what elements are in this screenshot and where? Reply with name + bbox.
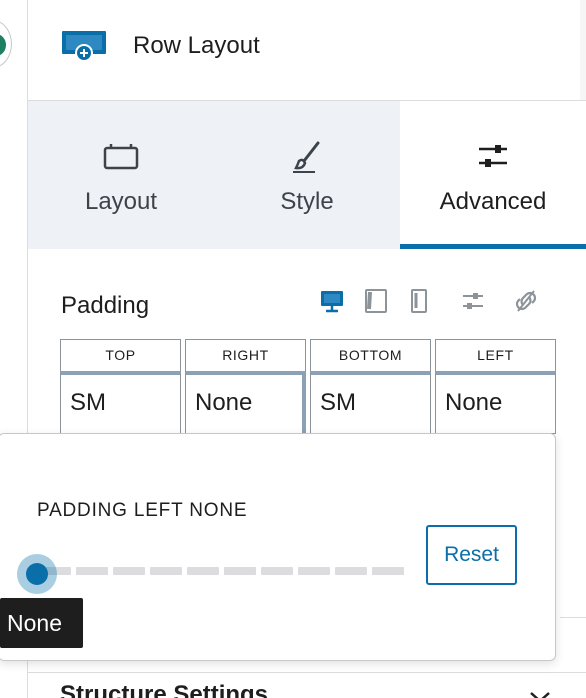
padding-bottom-value[interactable]: SM — [310, 371, 431, 434]
divider — [560, 617, 586, 618]
header-edge — [580, 0, 586, 100]
slider-handle-dot — [26, 563, 48, 585]
slider-tooltip: None — [0, 598, 83, 648]
padding-bottom-heading: BOTTOM — [310, 339, 431, 371]
padding-right-cell[interactable]: RIGHT None — [185, 339, 306, 434]
padding-bottom-cell[interactable]: BOTTOM SM — [310, 339, 431, 434]
sliders-icon — [479, 145, 507, 167]
popover-title: PADDING LEFT NONE — [37, 500, 248, 521]
slider-step[interactable] — [298, 567, 330, 575]
tab-label: Layout — [84, 188, 158, 215]
padding-left-popover: PADDING LEFT NONE Reset — [0, 433, 556, 661]
padding-right-value[interactable]: None — [185, 371, 306, 434]
slider-handle[interactable] — [17, 554, 57, 594]
tab-advanced[interactable]: Advanced — [400, 101, 586, 249]
layout-icon — [103, 144, 139, 170]
slider-step[interactable] — [150, 567, 182, 575]
padding-left-value[interactable]: None — [435, 371, 556, 434]
panel-header: Row Layout — [28, 0, 586, 101]
tab-label: Style — [280, 188, 334, 215]
padding-label: Padding — [61, 292, 150, 319]
tablet-icon[interactable] — [362, 287, 390, 315]
padding-slider-track[interactable] — [39, 567, 409, 575]
padding-control: Padding TOP SM RIGHT None BOTTOM SM LEFT… — [28, 249, 586, 449]
sliders-icon[interactable] — [459, 287, 487, 315]
desktop-icon[interactable] — [318, 287, 346, 315]
tab-bar: Layout Style Advanced — [28, 101, 586, 249]
slider-step[interactable] — [335, 567, 367, 575]
slider-step[interactable] — [187, 567, 219, 575]
reset-button[interactable]: Reset — [426, 525, 517, 585]
structure-settings-panel[interactable]: Structure Settings — [28, 672, 586, 698]
tab-label: Advanced — [439, 188, 547, 215]
mobile-icon[interactable] — [405, 287, 433, 315]
tab-style[interactable]: Style — [214, 101, 400, 249]
padding-left-heading: LEFT — [435, 339, 556, 371]
panel-title: Row Layout — [133, 32, 260, 59]
chevron-down-icon — [530, 692, 550, 698]
structure-settings-label: Structure Settings — [60, 681, 269, 698]
padding-top-heading: TOP — [60, 339, 181, 371]
padding-left-cell[interactable]: LEFT None — [435, 339, 556, 434]
padding-top-cell[interactable]: TOP SM — [60, 339, 181, 434]
padding-right-heading: RIGHT — [185, 339, 306, 371]
slider-step[interactable] — [261, 567, 293, 575]
slider-step[interactable] — [113, 567, 145, 575]
row-layout-icon — [62, 31, 106, 62]
tab-layout[interactable]: Layout — [28, 101, 214, 249]
unlink-icon[interactable] — [512, 287, 540, 315]
brush-icon — [293, 141, 320, 173]
padding-top-value[interactable]: SM — [60, 371, 181, 434]
avatar[interactable] — [0, 20, 12, 68]
slider-step[interactable] — [372, 567, 404, 575]
avatar-dot — [0, 34, 6, 56]
slider-step[interactable] — [224, 567, 256, 575]
slider-step[interactable] — [76, 567, 108, 575]
